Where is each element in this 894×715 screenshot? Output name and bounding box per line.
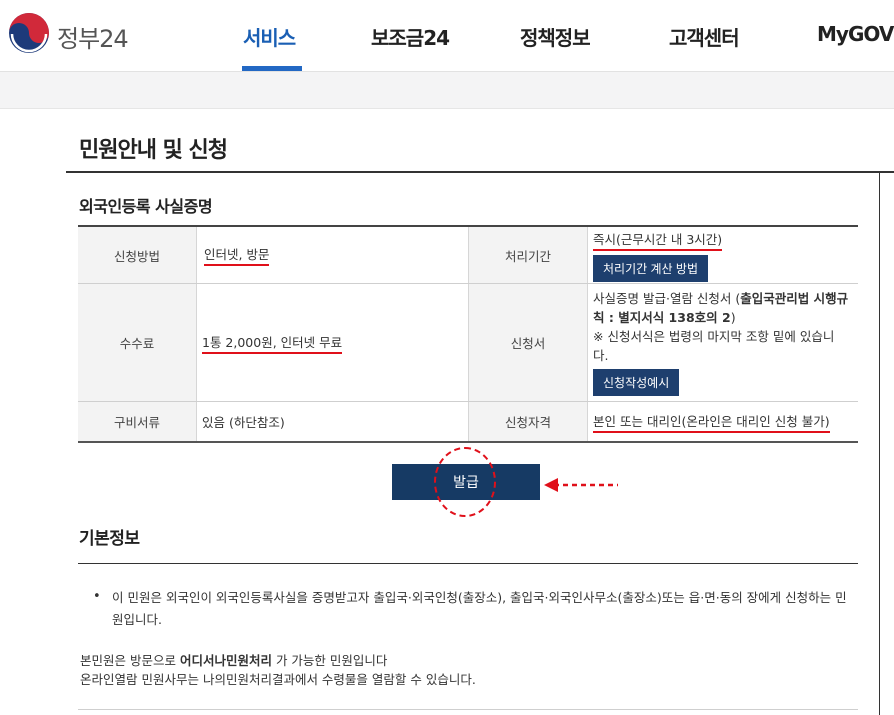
section-title: 외국인등록 사실증명 xyxy=(79,197,213,216)
table-row: 수수료 1통 2,000원, 인터넷 무료 신청서 사실증명 발급·열람 신청서… xyxy=(78,284,858,402)
bullet-icon: • xyxy=(93,589,101,604)
table-row: 구비서류 있음 (하단참조) 신청자격 본인 또는 대리인(온라인은 대리인 신… xyxy=(78,402,858,443)
highlight-circle xyxy=(434,447,496,517)
form-example-button[interactable]: 신청작성예시 xyxy=(593,369,680,396)
period-value: 즉시(근무시간 내 3시간) xyxy=(593,229,723,251)
qualification-header: 신청자격 xyxy=(469,402,587,441)
sub-bar xyxy=(0,72,894,109)
arrow-left-icon xyxy=(544,478,618,492)
right-divider xyxy=(879,171,880,715)
anywhere-service-link[interactable]: 어디서나민원처리 xyxy=(180,653,272,668)
nav-subsidy24[interactable]: 보조금24 xyxy=(371,22,450,51)
title-divider xyxy=(66,171,894,173)
logo-text[interactable]: 정부24 xyxy=(57,19,129,54)
form-header: 신청서 xyxy=(469,284,587,401)
method-header: 신청방법 xyxy=(78,227,196,283)
government-logo-icon[interactable] xyxy=(8,12,50,54)
info-notes: 본민원은 방문으로 어디서나민원처리 가 가능한 민원입니다 온라인열람 민원사… xyxy=(80,653,476,687)
qualification-cell: 본인 또는 대리인(온라인은 대리인 신청 불가) xyxy=(587,402,858,441)
active-nav-indicator xyxy=(242,66,302,71)
period-header: 처리기간 xyxy=(469,227,587,283)
info-divider xyxy=(78,563,858,564)
form-note: ※ 신청서식은 법령의 마지막 조항 밑에 있습니다. xyxy=(593,329,835,363)
nav-mygov[interactable]: MyGOV xyxy=(817,22,894,46)
nav-policy-info[interactable]: 정책정보 xyxy=(520,22,591,51)
page-title: 민원안내 및 신청 xyxy=(79,138,228,163)
period-cell: 즉시(근무시간 내 3시간) 처리기간 계산 방법 xyxy=(587,227,858,283)
fee-header: 수수료 xyxy=(78,284,196,401)
info-description: 이 민원은 외국인이 외국인등록사실을 증명받고자 출입국·외국인청(출장소),… xyxy=(112,590,847,627)
qualification-value: 본인 또는 대리인(온라인은 대리인 신청 불가) xyxy=(593,411,830,433)
fee-value: 1통 2,000원, 인터넷 무료 xyxy=(202,332,343,354)
info-title: 기본정보 xyxy=(79,529,140,549)
method-value: 인터넷, 방문 xyxy=(204,244,270,266)
table-row: 신청방법 인터넷, 방문 처리기간 즉시(근무시간 내 3시간) 처리기간 계산… xyxy=(78,227,858,284)
docs-value: 있음 (하단참조) xyxy=(202,415,285,430)
site-header: 정부24 서비스 보조금24 정책정보 고객센터 MyGOV xyxy=(0,0,894,72)
form-cell: 사실증명 발급·열람 신청서 (출입국관리법 시행규칙 : 별지서식 138호의… xyxy=(587,284,849,401)
nav-services[interactable]: 서비스 xyxy=(243,22,296,51)
method-cell: 인터넷, 방문 xyxy=(196,227,468,283)
online-view-note: 온라인열람 민원사무는 나의민원처리결과에서 수령물을 열람할 수 있습니다. xyxy=(80,672,476,687)
period-calc-button[interactable]: 처리기간 계산 방법 xyxy=(593,254,708,282)
fee-cell: 1통 2,000원, 인터넷 무료 xyxy=(196,284,468,401)
form-description: 사실증명 발급·열람 신청서 (출입국관리법 시행규칙 : 별지서식 138호의… xyxy=(593,291,849,325)
nav-customer-center[interactable]: 고객센터 xyxy=(669,22,740,51)
docs-header: 구비서류 xyxy=(78,402,196,441)
bottom-divider xyxy=(78,709,858,710)
